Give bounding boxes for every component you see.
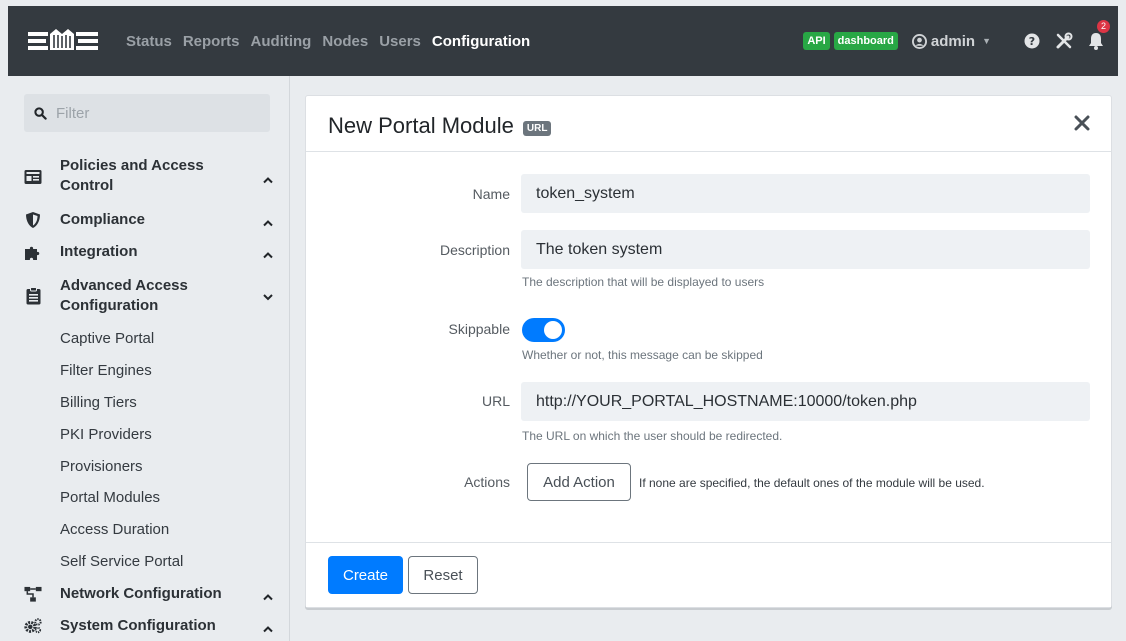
api-badge[interactable]: API [803,32,830,50]
user-name: admin [930,32,976,50]
chevron-up-icon [263,252,273,259]
nav-nodes[interactable]: Nodes [322,33,368,50]
search-icon [34,106,47,120]
sidebar-item-pki-providers[interactable]: PKI Providers [60,426,152,443]
description-input[interactable] [521,230,1090,269]
notification-count: 2 [1097,20,1110,33]
url-label: URL [481,393,510,409]
sidebar-item-captive-portal[interactable]: Captive Portal [60,330,154,347]
create-button[interactable]: Create [328,556,403,594]
chevron-down-icon [263,294,273,301]
user-circle-icon [911,33,927,49]
sidebar-group-advanced-access[interactable]: Advanced Access Configuration [8,274,290,318]
add-action-button[interactable]: Add Action [527,463,631,501]
sidebar: Policies and Access Control Compliance I… [8,76,290,641]
sidebar-group-label: System Configuration [60,617,216,634]
chevron-up-icon [263,220,273,227]
sidebar-group-label: Network Configuration [60,585,222,602]
description-label: Description [439,242,510,258]
chevron-up-icon [263,626,273,633]
name-label: Name [472,186,510,202]
sidebar-item-self-service-portal[interactable]: Self Service Portal [60,553,183,570]
portal-module-card: New Portal Module URL Name Description T… [305,95,1112,608]
sidebar-item-filter-engines[interactable]: Filter Engines [60,362,152,379]
navbar-right: API dashboard admin ▼ ? 2 [803,6,1110,76]
chevron-up-icon [263,177,273,184]
url-help: The URL on which the user should be redi… [522,429,783,443]
bell-icon[interactable]: 2 [1088,20,1110,50]
main-nav: Status Reports Auditing Nodes Users Conf… [126,6,541,76]
url-input[interactable] [521,382,1090,421]
clipboard-icon [24,287,42,305]
svg-text:?: ? [1029,35,1035,48]
puzzle-icon [24,243,42,261]
sidebar-group-label: Policies and Access Control [60,157,204,194]
sidebar-item-access-duration[interactable]: Access Duration [60,521,169,538]
chevron-up-icon [263,594,273,601]
description-help: The description that will be displayed t… [522,275,765,289]
skippable-label: Skippable [448,321,511,337]
filter-box [24,94,270,132]
sidebar-item-billing-tiers[interactable]: Billing Tiers [60,394,137,411]
caret-down-icon: ▼ [982,36,991,46]
sidebar-group-integration[interactable]: Integration [8,242,290,262]
actions-help: If none are specified, the default ones … [639,476,985,490]
logo-icon[interactable] [26,26,100,56]
nav-configuration[interactable]: Configuration [432,33,530,50]
skippable-help: Whether or not, this message can be skip… [522,348,763,362]
filter-input[interactable] [56,104,256,122]
sidebar-group-compliance[interactable]: Compliance [8,210,290,230]
nav-auditing[interactable]: Auditing [251,33,312,50]
sidebar-group-label: Integration [60,243,138,260]
nav-users[interactable]: Users [379,33,421,50]
cogs-icon [24,617,42,635]
tools-icon[interactable] [1055,32,1073,50]
sidebar-group-label: Advanced Access Configuration [60,277,188,314]
reset-button[interactable]: Reset [408,556,478,594]
shield-icon [24,211,42,229]
sidebar-group-system[interactable]: System Configuration [8,616,290,636]
user-menu[interactable]: admin ▼ [911,32,991,50]
skippable-toggle[interactable] [522,318,565,342]
dashboard-badge[interactable]: dashboard [833,32,898,50]
help-icon[interactable]: ? [1024,33,1040,49]
toggle-knob [544,321,562,339]
sidebar-group-policies[interactable]: Policies and Access Control [8,154,290,198]
name-input[interactable] [521,174,1090,213]
sidebar-group-network[interactable]: Network Configuration [8,584,290,604]
module-type-badge: URL [522,120,552,136]
id-card-icon [24,168,42,186]
network-icon [24,585,42,603]
page-title-text: New Portal Module [328,113,514,138]
nav-reports[interactable]: Reports [183,33,240,50]
sidebar-group-label: Compliance [60,211,146,228]
actions-label: Actions [464,474,510,490]
sidebar-item-provisioners[interactable]: Provisioners [60,458,143,475]
card-header: New Portal Module URL [306,96,1111,152]
page-title: New Portal Module URL [328,113,552,139]
top-navbar: Status Reports Auditing Nodes Users Conf… [8,6,1118,76]
nav-status[interactable]: Status [126,33,172,50]
close-icon[interactable] [1073,114,1091,132]
card-footer: Create Reset [306,542,1111,607]
sidebar-item-portal-modules[interactable]: Portal Modules [60,489,160,506]
